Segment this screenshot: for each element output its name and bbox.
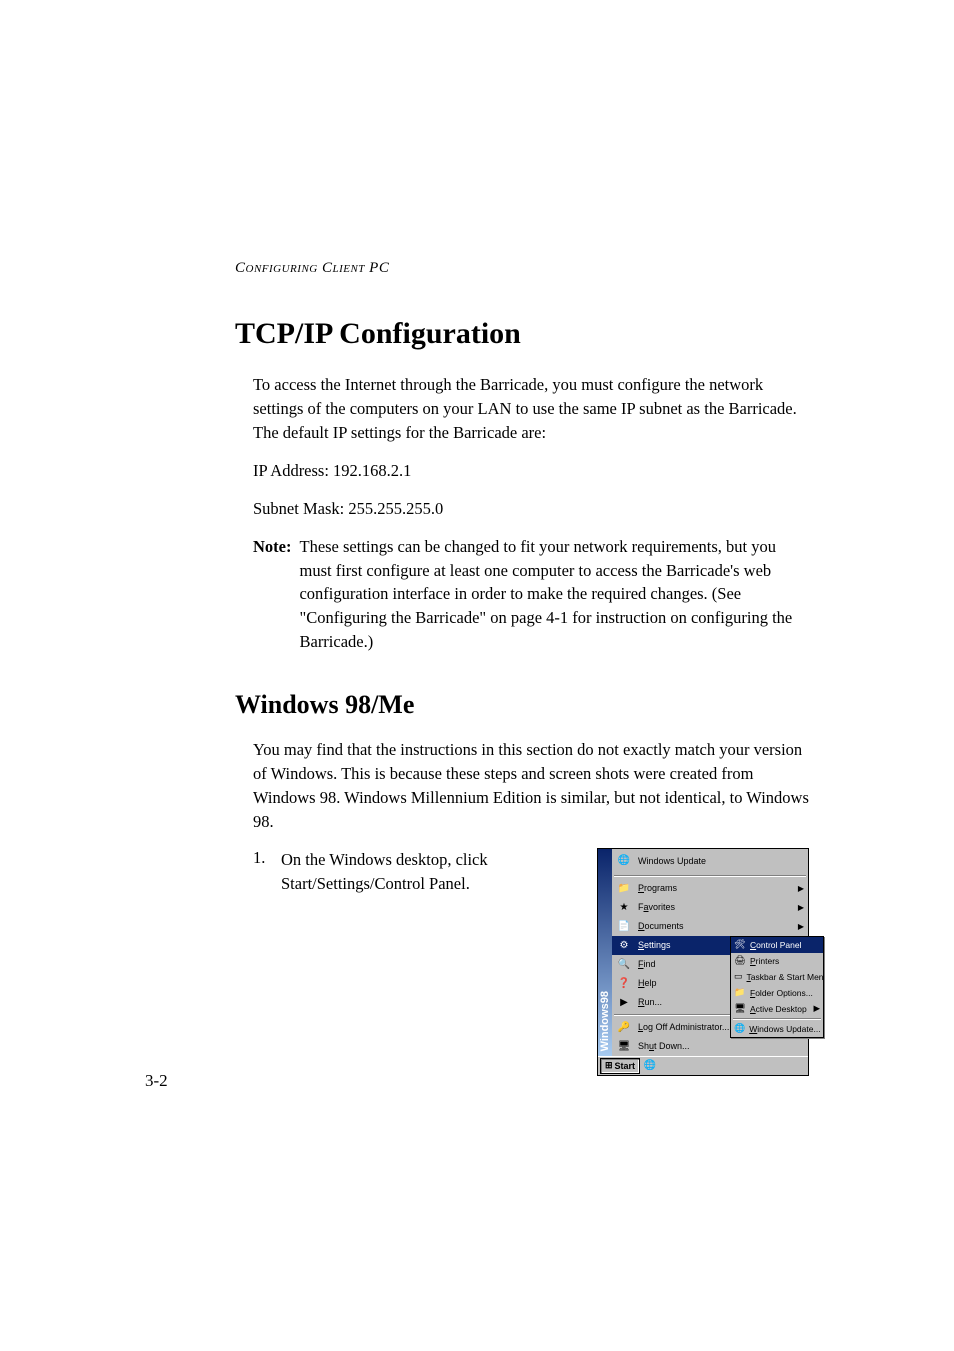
start-button[interactable]: ⊞ Start (600, 1058, 640, 1074)
gear-icon: ⚙ (616, 937, 632, 953)
folder-icon: 📁 (616, 880, 632, 896)
windows-logo-icon: ⊞ (605, 1060, 613, 1071)
menu-label: Documents (638, 921, 792, 931)
menu-label: Windows Update (638, 856, 804, 866)
submenu-label: Windows Update... (749, 1024, 820, 1034)
menu-programs[interactable]: 📁 Programs ▶ (612, 879, 808, 898)
chevron-right-icon: ▶ (798, 884, 804, 893)
stripe-label: Windows98 (599, 987, 611, 1055)
start-menu: 🌐 Windows Update 📁 Programs ▶ ★ Favorite… (612, 849, 808, 1056)
submenu-active-desktop[interactable]: 🖥 Active Desktop ▶ (731, 1001, 823, 1017)
globe-icon: 🌐 (616, 853, 632, 869)
submenu-windows-update[interactable]: 🌐 Windows Update... (731, 1021, 823, 1037)
menu-separator (614, 875, 806, 877)
step-1: 1. On the Windows desktop, click Start/S… (253, 848, 809, 1076)
menu-favorites[interactable]: ★ Favorites ▶ (612, 898, 808, 917)
paragraph: You may find that the instructions in th… (253, 738, 809, 834)
heading-win98me: Windows 98/Me (235, 690, 809, 720)
step-text: On the Windows desktop, click Start/Sett… (281, 848, 597, 896)
folder-icon: 📁 (734, 987, 746, 999)
submenu-separator (733, 1018, 821, 1020)
step-number: 1. (253, 848, 281, 868)
chevron-right-icon: ▶ (798, 922, 804, 931)
run-icon: ▶ (616, 994, 632, 1010)
note-block: Note: These settings can be changed to f… (253, 535, 809, 655)
submenu-label: Control Panel (750, 940, 802, 950)
chevron-right-icon: ▶ (798, 903, 804, 912)
menu-windows-update[interactable]: 🌐 Windows Update (612, 849, 808, 873)
page-number: 3-2 (145, 1071, 168, 1091)
submenu-label: Printers (750, 956, 779, 966)
help-icon: ❓ (616, 975, 632, 991)
note-body: These settings can be changed to fit you… (299, 535, 809, 655)
submenu-label: Folder Options... (750, 988, 813, 998)
quicklaunch-icon[interactable]: 🌐 (643, 1059, 657, 1073)
star-icon: ★ (616, 899, 632, 915)
paragraph: To access the Internet through the Barri… (253, 373, 809, 445)
submenu-label: Taskbar & Start Menu... (747, 972, 823, 982)
taskbar: ⊞ Start 🌐 (598, 1056, 808, 1075)
printer-icon: 🖨 (734, 955, 746, 967)
screenshot-start-menu: Windows98 🌐 Windows Update 📁 Programs ▶ (597, 848, 809, 1076)
desktop-icon: 🖥 (734, 1003, 746, 1015)
submenu-label: Active Desktop (750, 1004, 807, 1014)
menu-label: Favorites (638, 902, 792, 912)
settings-submenu: 🛠 Control Panel 🖨 Printers ▭ Taskbar & S (730, 936, 824, 1038)
subnet-mask-line: Subnet Mask: 255.255.255.0 (253, 497, 809, 521)
menu-label: Shut Down... (638, 1041, 804, 1051)
globe-icon: 🌐 (734, 1023, 745, 1035)
menu-documents[interactable]: 📄 Documents ▶ (612, 917, 808, 936)
menu-shutdown[interactable]: 🖥 Shut Down... (612, 1037, 808, 1056)
submenu-printers[interactable]: 🖨 Printers (731, 953, 823, 969)
submenu-control-panel[interactable]: 🛠 Control Panel (731, 937, 823, 953)
control-panel-icon: 🛠 (734, 939, 746, 951)
chevron-right-icon: ▶ (813, 1003, 820, 1014)
running-header: Configuring Client PC (235, 260, 809, 277)
document-icon: 📄 (616, 918, 632, 934)
taskbar-icon: ▭ (734, 971, 743, 983)
power-icon: 🖥 (616, 1038, 632, 1054)
start-label: Start (615, 1061, 636, 1071)
note-label: Note: (253, 535, 299, 655)
search-icon: 🔍 (616, 956, 632, 972)
ip-address-line: IP Address: 192.168.2.1 (253, 459, 809, 483)
heading-tcpip: TCP/IP Configuration (235, 317, 809, 351)
submenu-folder-options[interactable]: 📁 Folder Options... (731, 985, 823, 1001)
menu-label: Programs (638, 883, 792, 893)
windows98-stripe: Windows98 (598, 849, 612, 1056)
submenu-taskbar[interactable]: ▭ Taskbar & Start Menu... (731, 969, 823, 985)
key-icon: 🔑 (616, 1019, 632, 1035)
